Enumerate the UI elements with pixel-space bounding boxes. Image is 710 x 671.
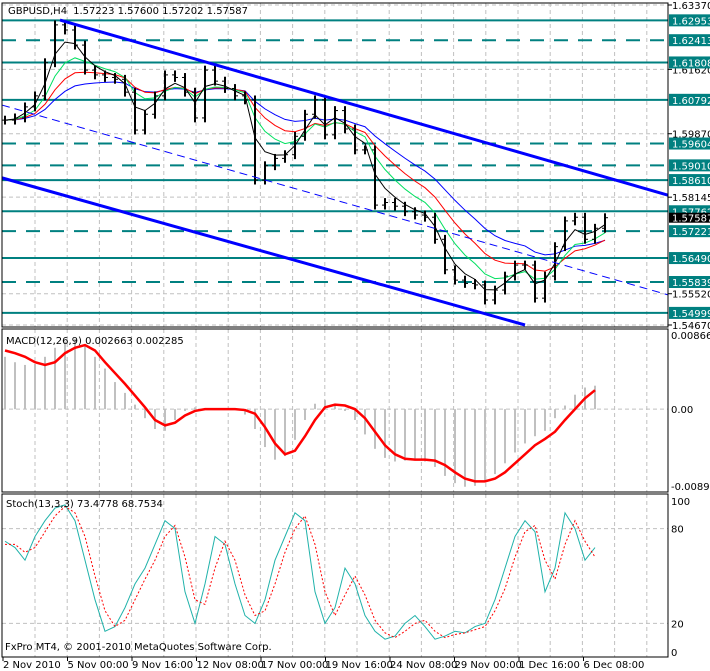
copyright-text: FxPro MT4, © 2001-2010 MetaQuotes Softwa…: [5, 642, 272, 653]
time-axis-label: 6 Dec 08:00: [584, 660, 645, 671]
current-price-label: 1.57587: [672, 214, 710, 225]
level-price-label: 1.57221: [672, 227, 710, 238]
price-axis-label: 1.55520: [672, 290, 710, 301]
price-title: GBPUSD,H4 1.57223 1.57600 1.57202 1.57587: [8, 6, 248, 17]
time-axis-label: 9 Nov 16:00: [132, 660, 193, 671]
stoch-axis-label: 20: [671, 619, 684, 630]
macd-title: MACD(12,26,9) 0.002663 0.002285: [6, 336, 184, 347]
time-axis-label: 19 Nov 16:00: [326, 660, 393, 671]
level-price-label: 1.62953: [672, 16, 710, 27]
level-price-label: 1.58610: [672, 176, 710, 187]
price-axis-label: 1.63370: [672, 1, 710, 12]
time-axis-label: 24 Nov 08:00: [390, 660, 457, 671]
price-axis-label: 1.58145: [672, 193, 710, 204]
time-axis-label: 5 Nov 00:00: [68, 660, 129, 671]
trading-chart[interactable]: 1.633701.616201.598701.581451.555201.546…: [0, 0, 710, 671]
stoch-axis-label: 0: [671, 648, 677, 659]
level-price-label: 1.54999: [672, 309, 710, 320]
macd-axis-label: 0.00: [671, 405, 693, 416]
time-axis-label: 1 Dec 16:00: [519, 660, 580, 671]
time-axis-label: 17 Nov 00:00: [261, 660, 328, 671]
level-price-label: 1.61808: [672, 58, 710, 69]
macd-axis-label: 0.008660: [671, 331, 710, 342]
time-axis-label: 29 Nov 00:00: [455, 660, 522, 671]
time-axis-label: 2 Nov 2010: [3, 660, 61, 671]
level-price-label: 1.55839: [672, 278, 710, 289]
macd-axis-label: -0.008960: [671, 482, 710, 493]
level-price-label: 1.59604: [672, 140, 710, 151]
level-price-label: 1.56490: [672, 254, 710, 265]
stoch-axis-label: 80: [671, 525, 684, 536]
time-axis-label: 12 Nov 08:00: [197, 660, 264, 671]
level-price-label: 1.60792: [672, 96, 710, 107]
level-price-label: 1.59010: [672, 161, 710, 172]
stoch-title: Stoch(13,3,3) 73.4778 68.7534: [6, 499, 163, 510]
stoch-axis-label: 100: [671, 497, 690, 508]
level-price-label: 1.62413: [672, 36, 710, 47]
